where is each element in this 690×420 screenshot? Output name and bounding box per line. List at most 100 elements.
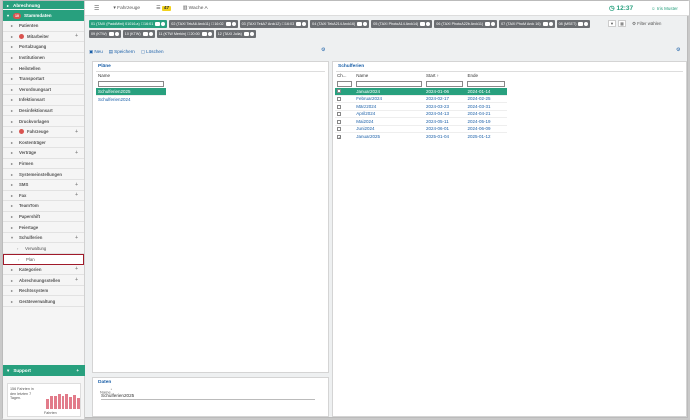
sidebar-item-institutionen[interactable]: ▸ Institutionen: [3, 53, 84, 64]
checked-filter-input[interactable]: [337, 80, 353, 87]
status-icon: [225, 22, 231, 26]
chevron-right-icon: ▸: [11, 161, 14, 167]
row-checkbox[interactable]: [337, 104, 341, 109]
chevron-down-icon: ▾: [11, 235, 14, 241]
vehicle-chip[interactable]: 09 (KTW): [89, 30, 121, 38]
sidebar-item-schulferien[interactable]: ▾ Schulferien +: [3, 233, 84, 244]
name-filter-input[interactable]: [98, 80, 164, 87]
delete-button[interactable]: ▢ Löschen: [141, 49, 164, 55]
sidebar-section-label: Stammdaten: [24, 13, 52, 18]
start-filter-input[interactable]: [426, 80, 464, 87]
sidebar-item-desinfektionsart[interactable]: ▸ Desinfektionsart: [3, 106, 84, 117]
sidebar-item-rechtssystem[interactable]: ▸ Rechtssystem: [3, 286, 84, 297]
sidebar-item-druckvorlagen[interactable]: ▸ Druckvorlagen: [3, 116, 84, 127]
row-checkbox[interactable]: ✓: [337, 134, 341, 139]
name-filter-input[interactable]: [356, 80, 423, 87]
sidebar-item-transportart[interactable]: ▸ Transportart: [3, 74, 84, 85]
sidebar-item-plan[interactable]: › Plan: [3, 254, 84, 265]
vehicle-chip[interactable]: 11 (KTW Merkin) ☐20:00: [156, 30, 214, 38]
gear-icon[interactable]: ⚙: [321, 47, 325, 53]
table-row[interactable]: April2024 2024-04-13 2024-04-21: [335, 109, 507, 118]
sidebar-item-geräteverwaltung[interactable]: ▸ Geräteverwaltung: [3, 296, 84, 308]
sidebar-item-label: Portalzugang: [19, 44, 47, 50]
filter-icon[interactable]: ▼: [608, 20, 616, 27]
station-selector[interactable]: ▥ Wache A: [183, 6, 208, 11]
table-row[interactable]: Schulferien2024: [96, 94, 166, 103]
row-checkbox[interactable]: [337, 89, 341, 94]
sidebar-item-verordnungsart[interactable]: ▸ Verordnungsart: [3, 85, 84, 96]
sidebar-item-infektionsart[interactable]: ▸ Infektionsart: [3, 95, 84, 106]
table-row[interactable]: Juni2024 2024-06-01 2024-06-09: [335, 124, 507, 133]
sidebar-item-kostenträger[interactable]: ▸ Kostenträger: [3, 138, 84, 149]
vehicle-label: 11 (KTW Merkin) ☐20:00: [158, 32, 200, 36]
chevron-right-icon: ▸: [11, 118, 14, 124]
vehicles-dropdown[interactable]: ▾ Fahrzeuge: [113, 6, 140, 11]
chevron-right-icon: ▸: [11, 44, 14, 50]
tile-view-icon[interactable]: ▦: [618, 20, 626, 27]
sidebar-item-heilstellen[interactable]: ▸ Heilstellen: [3, 63, 84, 74]
sidebar-item-abrechnung[interactable]: ▸ Abrechnung: [3, 1, 84, 9]
row-checkbox[interactable]: [337, 127, 341, 132]
table-row[interactable]: März2024 2024-03-23 2024-03-31: [335, 102, 507, 110]
plans-table: Name Schulferien2025 Schulferien2024: [96, 72, 166, 103]
row-checkbox[interactable]: [337, 119, 341, 124]
sidebar-item-systemeinstellungen[interactable]: ▸ Systemeinstellungen: [3, 169, 84, 180]
sidebar-item-fahrzeuge[interactable]: ▸ Fahrzeuge +: [3, 127, 84, 138]
sidebar-item-verwaltung[interactable]: › Verwaltung: [3, 243, 84, 255]
table-row[interactable]: Mai2024 2024-05-11 2024-05-19: [335, 117, 507, 125]
sidebar-item-portalzugang[interactable]: ▸ Portalzugang: [3, 42, 84, 53]
vehicle-chip[interactable]: 04 (TAXI TekA214 Arck16): [310, 20, 370, 28]
status-icon: [420, 22, 426, 26]
table-row[interactable]: Schulferien2025: [96, 87, 166, 95]
vehicle-label: 05 (TAXI PhotoA14 Arck14): [373, 22, 419, 26]
sidebar-item-sms[interactable]: ▸ SMS +: [3, 180, 84, 191]
ride-counter[interactable]: ☰ 47: [156, 5, 171, 11]
vehicle-chip[interactable]: 08 (MSET): [556, 20, 591, 28]
sidebar-item-papershift[interactable]: ▸ Papershift: [3, 212, 84, 223]
sidebar-item-teamtom[interactable]: ▸ TeamTom: [3, 201, 84, 212]
user-menu[interactable]: ☺ Iris Muster: [651, 6, 678, 11]
table-row[interactable]: ✓ Januar2025 2025-01-04 2025-01-12: [335, 132, 507, 140]
end-filter-input[interactable]: [467, 80, 505, 87]
plus-icon: +: [75, 234, 78, 241]
hamburger-menu-icon[interactable]: ☰: [94, 5, 99, 12]
table-row[interactable]: Januar2024 2024-01-06 2024-01-14: [335, 87, 507, 95]
name-field[interactable]: Schulferien2025: [101, 393, 315, 400]
vehicle-chip[interactable]: 10 (KTW): [122, 30, 155, 38]
filter-select[interactable]: ⚙ Filter wählen: [632, 21, 661, 27]
save-button[interactable]: ▤ Speichern: [109, 49, 135, 55]
sidebar-item-mitarbeiter[interactable]: ▸ Mitarbeiter +: [3, 32, 84, 43]
sidebar-section-stammdaten[interactable]: ▾ 10 Stammdaten: [3, 10, 84, 21]
column-header-start[interactable]: Start ↑: [424, 72, 465, 80]
column-header-end[interactable]: Ende: [465, 72, 507, 80]
chevron-right-icon: ▸: [11, 55, 14, 61]
sidebar-item-verträge[interactable]: ▸ Verträge +: [3, 148, 84, 159]
row-checkbox[interactable]: [337, 112, 341, 117]
column-header-checked[interactable]: Ch...: [335, 72, 354, 80]
holiday-name-cell: März2024: [354, 102, 425, 110]
vehicle-chip[interactable]: 06 (TAXI PhotoA22b Arck11): [434, 20, 498, 28]
vehicle-chip[interactable]: 01 (TAXI (PaddMini) 01016.a) ☐16:01: [89, 20, 168, 28]
column-header-name[interactable]: Name: [96, 72, 166, 80]
sidebar-item-label: Schulferien: [19, 235, 43, 241]
sidebar-item-patienten[interactable]: ▸ Patienten: [3, 21, 84, 32]
vehicle-chip[interactable]: 12 (TAXI Julia): [215, 30, 256, 38]
sidebar-item-firmen[interactable]: ▸ Firmen: [3, 159, 84, 170]
status-icon: [357, 22, 363, 26]
row-checkbox[interactable]: [337, 97, 341, 102]
sidebar-section-support[interactable]: ▾ Support +: [3, 365, 85, 376]
new-button[interactable]: ▣ Neu: [89, 49, 103, 55]
vehicle-chip[interactable]: 03 (TAXI TekA7 Arck12) ☐16:03: [239, 20, 309, 28]
sidebar-item-fax[interactable]: ▸ Fax +: [3, 191, 84, 202]
vehicle-chip[interactable]: 05 (TAXI PhotoA14 Arck14): [371, 20, 433, 28]
column-header-name[interactable]: Name: [354, 72, 424, 80]
gear-icon[interactable]: ⚙: [676, 47, 680, 53]
sidebar-item-kategorien[interactable]: ▸ Kategorien +: [3, 265, 84, 276]
table-row[interactable]: Februar2024 2024-02-17 2024-02-25: [335, 94, 507, 103]
plus-icon: +: [75, 149, 78, 156]
vehicle-chip[interactable]: 07 (TAXI PhoM Arck 16): [499, 20, 555, 28]
rides-bar: [73, 394, 77, 409]
sidebar-item-abrechnungsstellen[interactable]: ▸ Abrechnungsstellen +: [3, 275, 84, 286]
vehicle-chip[interactable]: 02 (TAXI TekA6 Arck11) ☐16:02: [169, 20, 238, 28]
sidebar-item-feiertage[interactable]: ▸ Feiertage: [3, 222, 84, 233]
